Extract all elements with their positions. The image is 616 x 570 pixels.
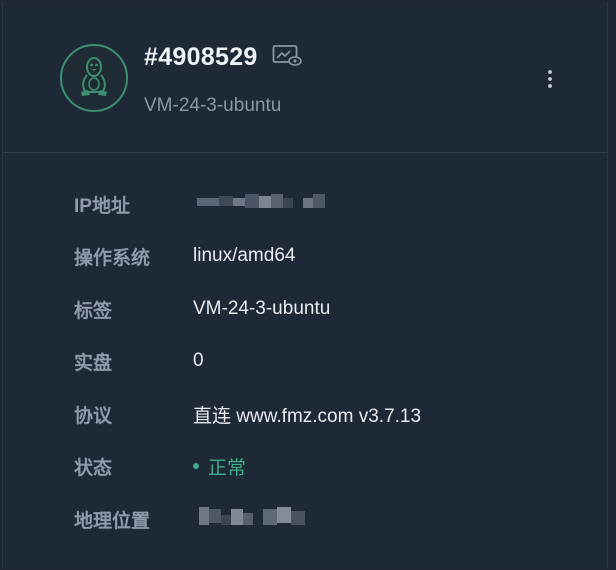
detail-label-live: 实盘 (74, 352, 113, 374)
detail-value-tag: VM-24-3-ubuntu (193, 298, 331, 319)
status-badge: 正常 (193, 453, 246, 480)
ip-value-redacted (193, 192, 333, 216)
detail-row-os: 操作系统 linux/amd64 (3, 241, 607, 271)
detail-row-live: 实盘 0 (3, 346, 607, 376)
title-row: #4908529 (144, 42, 302, 73)
more-options-button[interactable] (537, 66, 563, 96)
location-value-redacted (193, 505, 313, 533)
detail-label-status: 状态 (74, 457, 113, 479)
vm-id: #4908529 (144, 43, 258, 71)
card-header: #4908529 VM-24-3-ubuntu (3, 2, 607, 152)
detail-label-location: 地理位置 (74, 510, 151, 532)
more-vertical-icon (537, 70, 563, 100)
detail-row-tag: 标签 VM-24-3-ubuntu (3, 294, 607, 324)
detail-row-status: 状态 正常 (3, 451, 607, 481)
detail-row-protocol: 协议 直连 www.fmz.com v3.7.13 (3, 399, 607, 429)
detail-label-ip: IP地址 (74, 195, 130, 217)
avatar (60, 44, 128, 112)
hostname-subtitle: VM-24-3-ubuntu (144, 95, 282, 116)
detail-label-os: 操作系统 (74, 247, 151, 269)
redacted-blur (193, 192, 333, 210)
status-dot-icon (193, 463, 199, 469)
linux-tux-icon (76, 54, 112, 103)
detail-label-tag: 标签 (74, 300, 113, 322)
detail-value-live: 0 (193, 350, 204, 371)
detail-row-location: 地理位置 (3, 504, 607, 534)
redacted-blur (193, 505, 313, 527)
status-text: 正常 (208, 457, 247, 479)
header-divider (3, 152, 607, 153)
node-card: #4908529 VM-24-3-ubuntu IP地址 操作系统 linux/… (2, 2, 608, 568)
detail-value-protocol: 直连 www.fmz.com v3.7.13 (193, 405, 422, 427)
monitor-view-icon[interactable] (272, 44, 302, 73)
detail-row-ip: IP地址 (3, 189, 607, 219)
detail-label-protocol: 协议 (74, 405, 113, 427)
detail-value-os: linux/amd64 (193, 245, 296, 266)
